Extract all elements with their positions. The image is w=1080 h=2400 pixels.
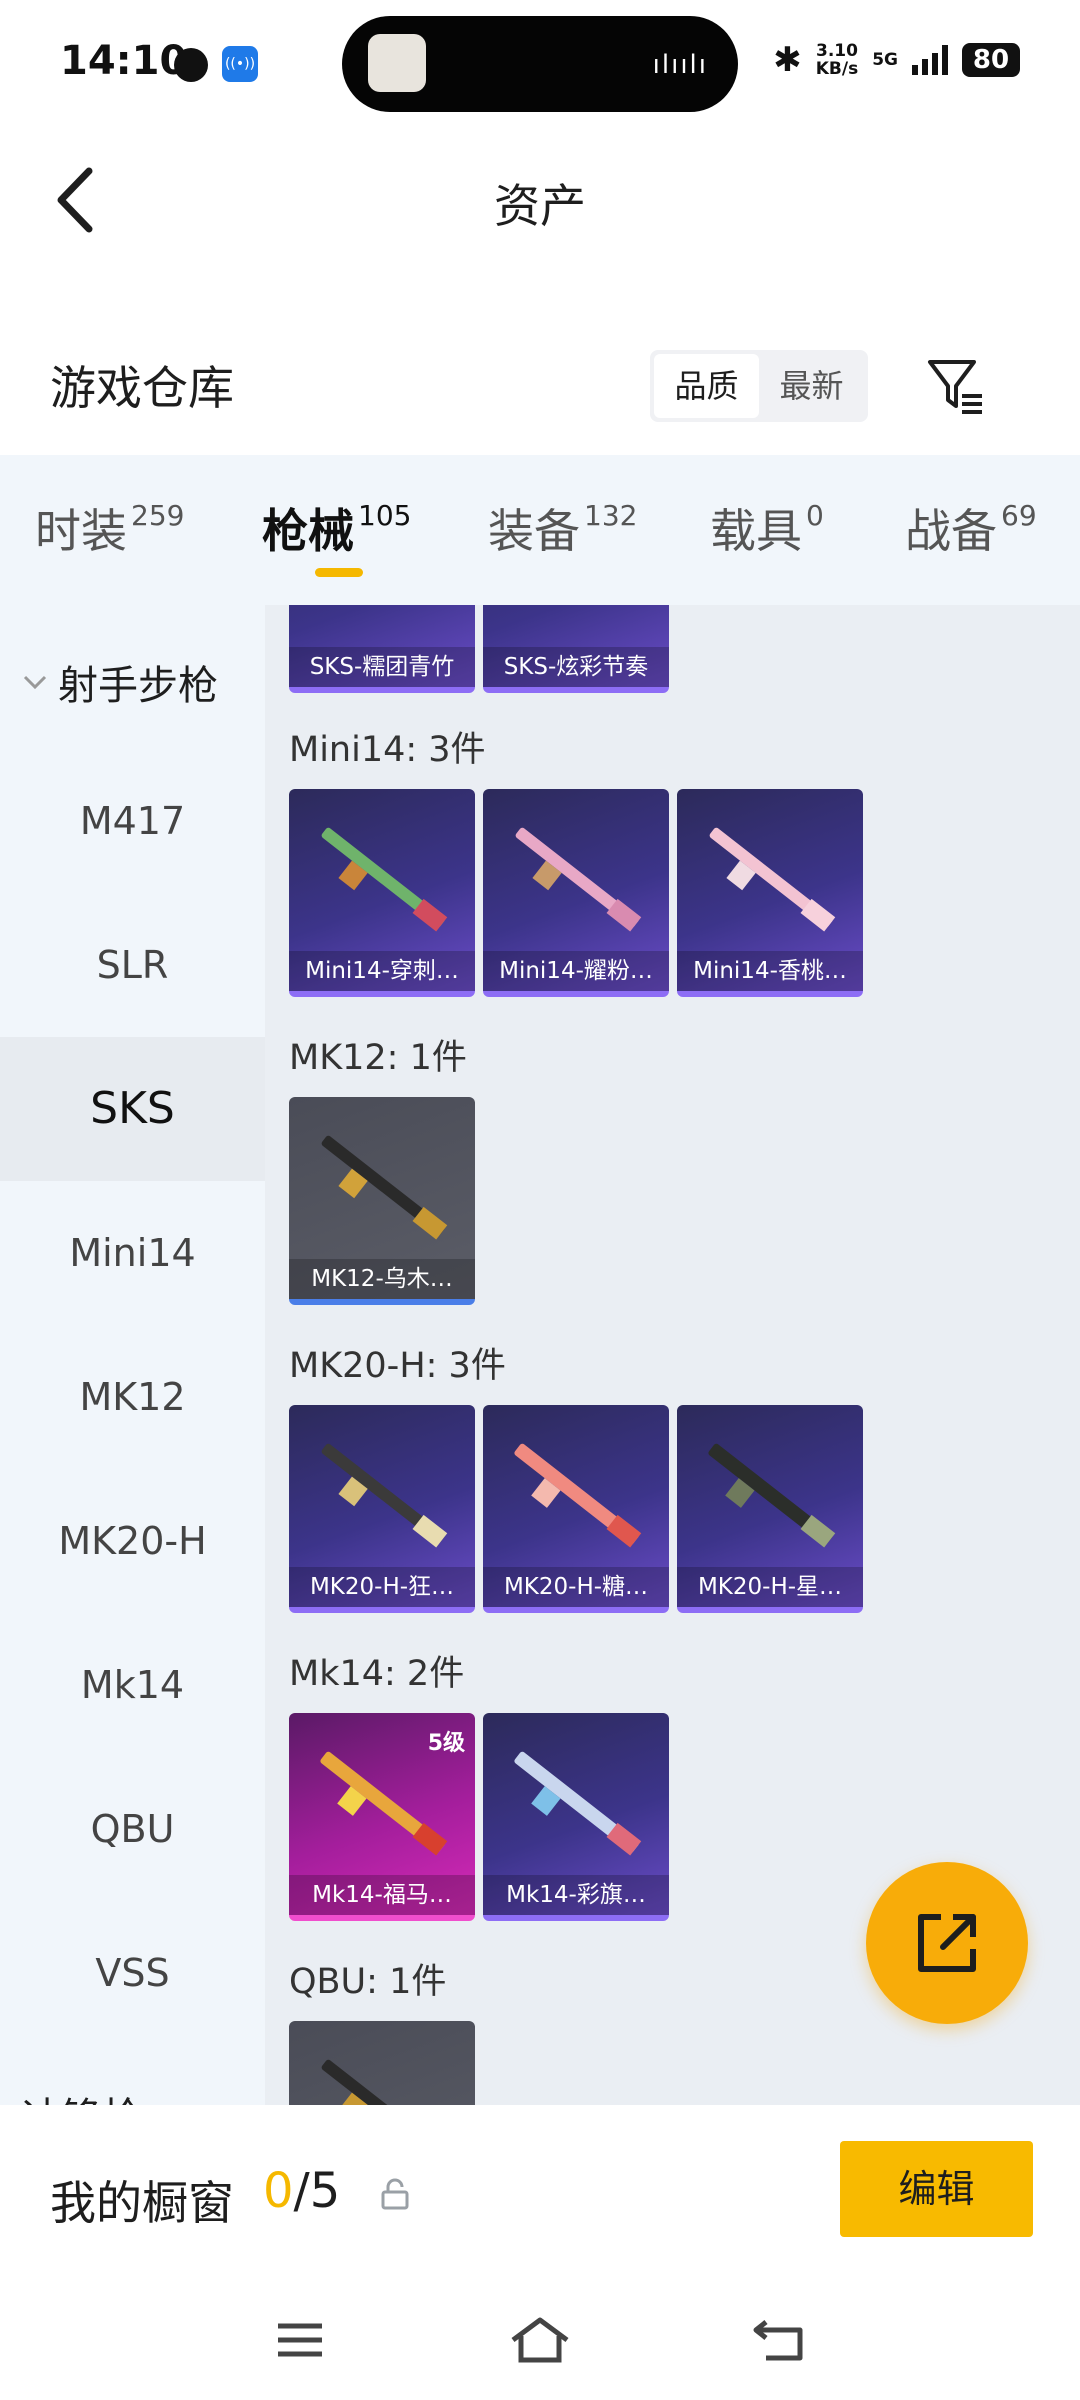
skin-card-label: Mini14-香桃…	[677, 951, 863, 991]
sidebar-group-marksman[interactable]: 射手步枪	[22, 653, 218, 711]
rifle-icon	[514, 1443, 642, 1548]
rifle-icon	[321, 2059, 445, 2105]
sidebar-group-smg[interactable]: 冲锋枪	[22, 2085, 142, 2105]
vpn-icon	[174, 48, 208, 82]
tab-vehicles[interactable]: 载具 0	[710, 495, 824, 561]
skin-card[interactable]: MK12-乌木…	[289, 1097, 475, 1305]
section-title-mk20h: MK20-H: 3件	[289, 1346, 506, 1386]
showcase-count: 0/5	[263, 2163, 341, 2219]
share-fab[interactable]	[866, 1862, 1028, 2024]
sidebar-item-mini14[interactable]: Mini14	[0, 1181, 265, 1325]
share-export-icon	[918, 1914, 976, 1972]
menu-icon	[278, 2323, 322, 2357]
rifle-icon	[708, 1443, 836, 1548]
tab-supplies[interactable]: 战备 69	[905, 495, 1037, 561]
sidebar-item-vss[interactable]: VSS	[0, 1901, 265, 2045]
edit-button[interactable]: 编辑	[840, 2141, 1033, 2237]
sidebar-item-mk20h[interactable]: MK20-H	[0, 1469, 265, 1613]
skin-card[interactable]: Mini14-香桃…	[677, 789, 863, 997]
skin-card-label: MK12-乌木…	[289, 1259, 475, 1299]
sidebar-item-qbu[interactable]: QBU	[0, 1757, 265, 1901]
filter-button[interactable]	[920, 350, 990, 420]
menu-button[interactable]	[260, 2305, 340, 2375]
system-nav-bar	[0, 2285, 1080, 2400]
rifle-icon	[320, 1751, 448, 1856]
skin-card[interactable]: Mini14-穿刺…	[289, 789, 475, 997]
nfc-icon: ((•))	[222, 46, 258, 82]
showcase-title: 我的橱窗	[50, 2176, 234, 2230]
home-button[interactable]	[500, 2305, 580, 2375]
app-header: 资产	[0, 130, 1080, 270]
skin-card[interactable]: SKS-炫彩节奏	[483, 605, 669, 693]
skin-card[interactable]: Mini14-耀粉…	[483, 789, 669, 997]
warehouse-title: 游戏仓库	[50, 361, 234, 415]
sidebar-item-mk14[interactable]: Mk14	[0, 1613, 265, 1757]
sidebar-item-m417[interactable]: M417	[0, 749, 265, 893]
rifle-icon	[321, 1135, 448, 1240]
tab-guns[interactable]: 枪械 105	[262, 495, 411, 561]
rifle-icon	[709, 827, 836, 932]
skin-card[interactable]: MK20-H-糖…	[483, 1405, 669, 1613]
rifle-icon	[515, 827, 642, 932]
showcase-bar: 我的橱窗 0/5 编辑	[0, 2105, 1080, 2285]
network-type: 5G	[872, 50, 898, 70]
skin-card-label: MK20-H-狂…	[289, 1567, 475, 1607]
dynamic-island[interactable]: ılıılı	[342, 16, 738, 112]
tab-fashion[interactable]: 时装 259	[35, 495, 184, 561]
section-title-mk14: Mk14: 2件	[289, 1654, 465, 1694]
skin-card[interactable]: Mk14-彩旗…	[483, 1713, 669, 1921]
battery-icon: 80	[962, 43, 1020, 77]
chevron-down-icon	[23, 675, 47, 690]
active-tab-indicator	[315, 568, 363, 577]
rifle-icon	[321, 1443, 448, 1548]
skin-card-label: Mk14-福马…	[289, 1875, 475, 1915]
skin-card[interactable]: 5级 Mk14-福马…	[289, 1713, 475, 1921]
skin-card-label: Mk14-彩旗…	[483, 1875, 669, 1915]
media-thumbnail	[368, 34, 426, 92]
weapon-sidebar: 射手步枪 M417 SLR SKS Mini14 MK12 MK20-H Mk1…	[0, 605, 265, 2105]
skin-card[interactable]: MK20-H-狂…	[289, 1405, 475, 1613]
sort-newest-button[interactable]: 最新	[759, 354, 864, 418]
section-title-mk12: MK12: 1件	[289, 1038, 467, 1078]
status-bar: 14:10 ((•)) ılıılı ✱ 3.10 KB/s 5G 80	[0, 0, 1080, 130]
skin-card-label: MK20-H-星…	[677, 1567, 863, 1607]
skin-card[interactable]	[289, 2021, 475, 2105]
sidebar-item-mk12[interactable]: MK12	[0, 1325, 265, 1469]
section-title-mini14: Mini14: 3件	[289, 730, 486, 770]
rifle-icon	[321, 827, 448, 932]
filter-icon	[928, 360, 982, 414]
warehouse-header: 游戏仓库 品质 最新	[0, 330, 1080, 445]
sort-quality-button[interactable]: 品质	[654, 354, 759, 418]
status-time: 14:10	[60, 38, 188, 84]
skin-card-label: MK20-H-糖…	[483, 1567, 669, 1607]
skin-card-label: SKS-炫彩节奏	[483, 647, 669, 687]
tab-equipment[interactable]: 装备 132	[488, 495, 637, 561]
skin-card-label: Mini14-穿刺…	[289, 951, 475, 991]
skin-card[interactable]: SKS-糯团青竹	[289, 605, 475, 693]
back-icon	[753, 2320, 803, 2361]
back-nav-button[interactable]	[740, 2305, 820, 2375]
lock-icon	[381, 2178, 409, 2210]
network-speed: 3.10 KB/s	[815, 41, 859, 79]
rifle-icon	[514, 1751, 642, 1856]
category-tabs: 时装 259 枪械 105 装备 132 载具 0 战备 69	[0, 455, 1080, 605]
page-title: 资产	[494, 179, 586, 233]
section-title-qbu: QBU: 1件	[289, 1962, 447, 2002]
signal-icon	[912, 45, 948, 75]
skin-card-label: SKS-糯团青竹	[289, 647, 475, 687]
sort-toggle: 品质 最新	[650, 350, 868, 422]
sidebar-item-sks[interactable]: SKS	[0, 1037, 265, 1181]
skin-card[interactable]: MK20-H-星…	[677, 1405, 863, 1613]
home-icon	[511, 2317, 569, 2363]
bluetooth-icon: ✱	[773, 40, 802, 80]
audio-wave-icon: ılıılı	[652, 50, 708, 80]
sidebar-item-slr[interactable]: SLR	[0, 893, 265, 1037]
skin-card-label: Mini14-耀粉…	[483, 951, 669, 991]
